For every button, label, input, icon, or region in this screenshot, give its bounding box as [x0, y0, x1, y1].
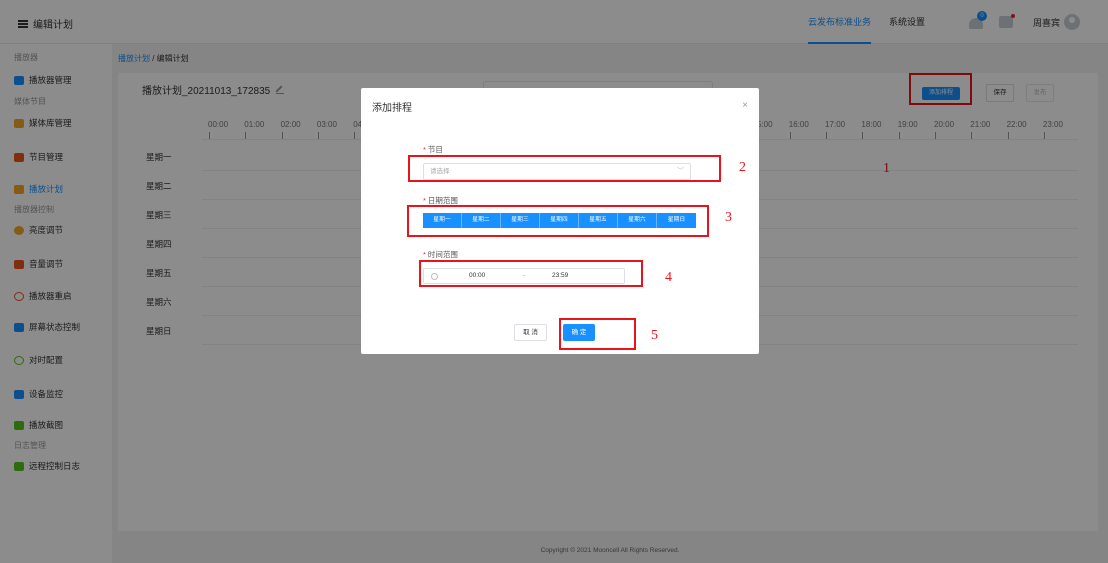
- annotation-3: 3: [725, 210, 732, 225]
- program-label-text: 节目: [427, 145, 443, 154]
- annotation-box-3: [407, 205, 709, 237]
- date-range-label-text: 日期范围: [427, 196, 458, 205]
- program-label: * 节目: [423, 144, 443, 155]
- close-icon[interactable]: ×: [742, 100, 748, 111]
- annotation-box-4: [419, 260, 643, 287]
- time-range-label: * 时间范围: [423, 249, 458, 260]
- time-range-label-text: 时间范围: [427, 250, 458, 259]
- cancel-button[interactable]: 取 消: [514, 324, 547, 341]
- annotation-box-5: [559, 318, 636, 350]
- annotation-5: 5: [651, 328, 658, 343]
- required-mark: *: [423, 196, 426, 205]
- annotation-2: 2: [739, 160, 746, 175]
- annotation-4: 4: [665, 270, 672, 285]
- required-mark: *: [423, 250, 426, 259]
- required-mark: *: [423, 145, 426, 154]
- annotation-box-2: [408, 155, 721, 182]
- dialog-title: 添加排程: [372, 103, 412, 114]
